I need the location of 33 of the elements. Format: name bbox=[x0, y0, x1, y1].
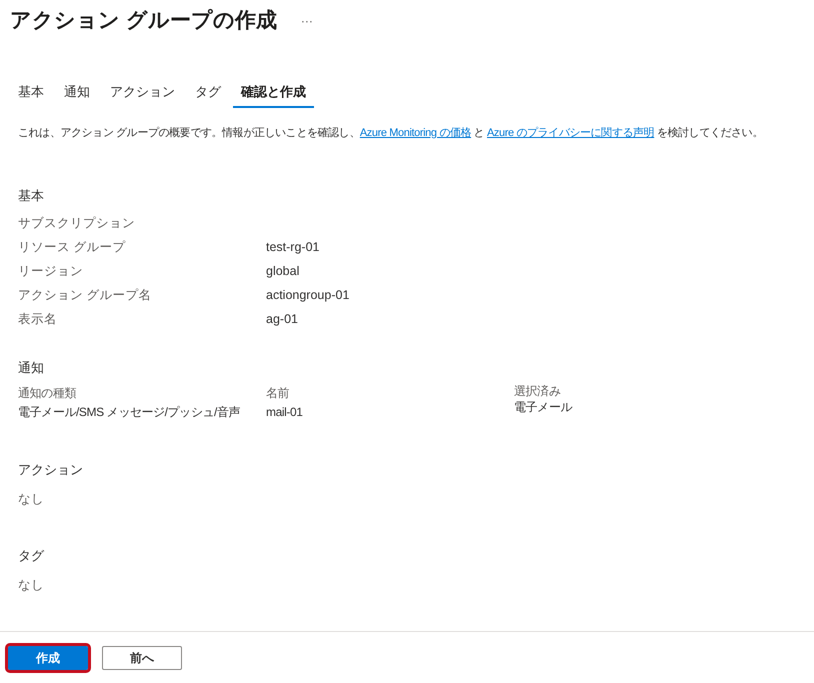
link[interactable]: Azure Monitoring の価格 bbox=[360, 126, 472, 138]
tab[interactable]: 基本 bbox=[10, 82, 52, 108]
intro-text: これは、アクション グループの概要です。情報が正しいことを確認し、Azure Monitoring の価格 と Azure のプライバシーに関する声明 を検討してください。 bbox=[17, 126, 764, 140]
field-value: global bbox=[266, 263, 300, 280]
field-value: なし bbox=[18, 490, 45, 508]
field-value: ag-01 bbox=[266, 311, 298, 328]
field-label: 表示名 bbox=[18, 311, 58, 328]
field-label: サブスクリプション bbox=[18, 215, 136, 232]
field-value: test-rg-01 bbox=[266, 239, 320, 256]
section-heading: タグ bbox=[18, 547, 46, 566]
column-header: 通知の種類 bbox=[18, 384, 78, 402]
create-button[interactable]: 作成 bbox=[8, 646, 88, 670]
field-label: アクション グループ名 bbox=[18, 287, 152, 304]
table-cell-text: mail-01 bbox=[266, 404, 304, 420]
column-header: 選択済み bbox=[514, 382, 562, 400]
table-cell-text: 電子メール/SMS メッセージ/プッシュ/音声 bbox=[18, 404, 242, 420]
field-label: リソース グループ bbox=[18, 239, 126, 256]
tab[interactable]: 確認と作成 bbox=[233, 82, 314, 108]
column-header: 名前 bbox=[266, 384, 290, 402]
field-label: リージョン bbox=[18, 263, 84, 280]
more-button[interactable]: ··· bbox=[300, 12, 313, 30]
table-cell-text: 電子メール bbox=[514, 398, 574, 416]
section-heading: 基本 bbox=[18, 186, 45, 204]
tab[interactable]: 通知 bbox=[56, 82, 98, 108]
previous-button[interactable]: 前へ bbox=[102, 646, 182, 670]
field-value: actiongroup-01 bbox=[266, 287, 350, 304]
section-heading: アクション bbox=[18, 460, 84, 478]
page-title: アクション グループの作成 bbox=[10, 8, 277, 34]
tab[interactable]: タグ bbox=[187, 82, 229, 108]
tab[interactable]: アクション bbox=[102, 82, 183, 108]
field-value: なし bbox=[18, 577, 45, 594]
link[interactable]: Azure のプライバシーに関する声明 bbox=[487, 126, 654, 138]
section-heading: 通知 bbox=[18, 358, 45, 376]
